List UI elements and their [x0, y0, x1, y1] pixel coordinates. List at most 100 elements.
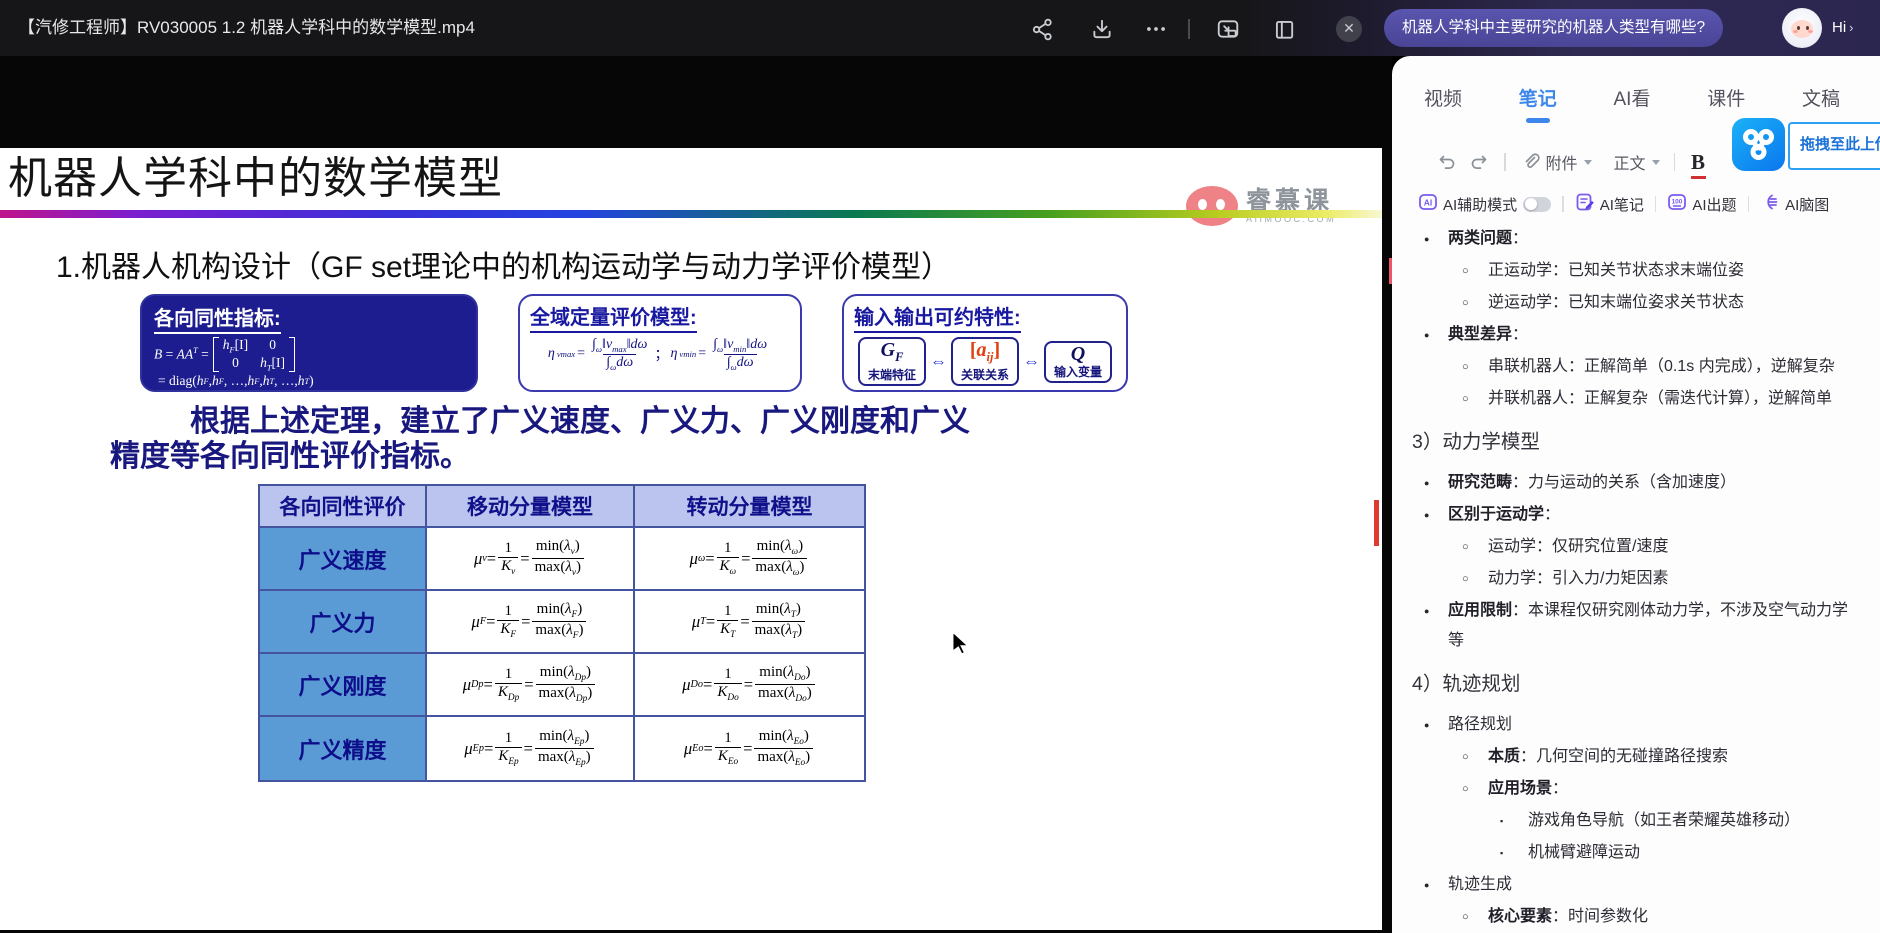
note-item: ●轨迹生成: [1412, 870, 1850, 900]
double-arrow-icon: ⇔: [930, 352, 947, 372]
io-chain-node: Q输入变量: [1044, 341, 1112, 383]
note-item: ●应用限制：本课程仅研究刚体动力学，不涉及空气动力学等: [1412, 596, 1850, 656]
bullet-marker: ●: [1424, 710, 1448, 740]
table-header-cell: 转动分量模型: [635, 486, 864, 528]
notes-editor[interactable]: ●两类问题：○正运动学：已知关节状态求末端位姿○逆运动学：已知末端位姿求关节状态…: [1392, 222, 1880, 933]
note-item: ○并联机器人：正解复杂（需迭代计算），逆解简单: [1412, 384, 1850, 414]
drag-upload-tooltip: 拖拽至此上传: [1788, 122, 1880, 170]
share-icon[interactable]: [1030, 17, 1054, 41]
formula-cell: μEo = 1KEo = min(λEo)max(λEo): [635, 717, 864, 780]
assistant-greeting[interactable]: Hi›: [1832, 0, 1854, 56]
tab-1[interactable]: 视频: [1424, 84, 1462, 123]
note-section: 4）轨迹规划: [1412, 668, 1850, 700]
note-item: ○串联机器人：正解简单（0.1s 内完成），逆解复杂: [1412, 352, 1850, 382]
panel-tabs: 视频笔记AI看课件文稿: [1392, 84, 1880, 123]
chevron-down-icon: [1652, 160, 1660, 165]
note-item: ●两类问题：: [1412, 224, 1850, 254]
lecture-slide: 机器人学科中的数学模型 睿慕课 AIIMOOC.COM 1.机器人机构设计（GF…: [0, 148, 1382, 930]
ai-question-bubble[interactable]: 机器人学科中主要研究的机器人类型有哪些?: [1384, 9, 1723, 47]
notes-list: ●两类问题：○正运动学：已知关节状态求末端位姿○逆运动学：已知末端位姿求关节状态…: [1412, 224, 1850, 933]
ai-tool-3[interactable]: 100AI出题: [1667, 192, 1736, 217]
bullet-marker: ○: [1462, 352, 1488, 382]
tab-5[interactable]: 文稿: [1802, 84, 1840, 123]
red-marker: [1374, 500, 1379, 546]
note-section: 3）动力学模型: [1412, 426, 1850, 458]
note-item: ○动力学：引入力/力矩因素: [1412, 564, 1850, 594]
note-item: ●研究范畴：力与运动的关系（含加速度）: [1412, 468, 1850, 498]
cloud-drive-icon[interactable]: [1732, 118, 1785, 171]
ai-tool-2[interactable]: AI笔记: [1575, 192, 1644, 217]
attachment-button[interactable]: 附件: [1520, 150, 1592, 174]
ai-tools-bar: AIAI辅助模式 AI笔记 100AI出题 AI脑图: [1418, 190, 1829, 218]
slide-paragraph: 根据上述定理，建立了广义速度、广义力、广义刚度和广义精度等各向同性评价指标。: [110, 404, 980, 474]
bullet-marker: ●: [1424, 468, 1448, 498]
ai-tool-4[interactable]: AI脑图: [1760, 192, 1829, 217]
close-question-icon[interactable]: ✕: [1336, 16, 1362, 42]
bullet-marker: ▪: [1500, 838, 1528, 868]
bullet-marker: ●: [1424, 870, 1448, 900]
avatar-blush: [1793, 30, 1798, 33]
matrix-formula: B = AAT = hF[I]0 0hT[I]: [154, 337, 464, 372]
paragraph-style-button[interactable]: 正文: [1614, 150, 1660, 174]
redo-icon[interactable]: [1468, 151, 1490, 173]
download-icon[interactable]: [1090, 17, 1114, 41]
rainbow-divider: [0, 210, 1382, 218]
chevron-right-icon: ›: [1849, 20, 1853, 35]
ai-assist-toggle[interactable]: [1523, 197, 1551, 212]
bullet-marker: ○: [1462, 564, 1488, 594]
note-item: ○运动学：仅研究位置/速度: [1412, 532, 1850, 562]
note-item: ●典型差异：: [1412, 320, 1850, 350]
global-evaluation-box: 全域定量评价模型: ηvmax = ∫ω‖vmax‖dω∫ωdω ； ηvmin…: [518, 294, 802, 392]
table-row-label: 广义速度: [260, 528, 427, 591]
course-logo: 睿慕课 AIIMOOC.COM: [1186, 186, 1336, 226]
eta-formula: ηvmax = ∫ω‖vmax‖dω∫ωdω ； ηvmin = ∫ω‖vmin…: [530, 337, 790, 372]
bullet-marker: ●: [1424, 596, 1448, 656]
bullet-marker: ○: [1462, 902, 1488, 932]
ai-mindmap-icon: [1760, 192, 1780, 217]
note-item: ●路径规划: [1412, 710, 1850, 740]
note-item: ▪游戏角色导航（如王者荣耀英雄移动）: [1412, 806, 1850, 836]
bullet-marker: ●: [1424, 224, 1448, 254]
table-header-cell: 移动分量模型: [427, 486, 635, 528]
chevron-down-icon: [1584, 160, 1592, 165]
bullet-marker: ●: [1424, 320, 1448, 350]
avatar-blush: [1808, 30, 1813, 33]
svg-text:100: 100: [1672, 198, 1683, 205]
io-chain: GF末端特征⇔[aij]关联关系⇔Q输入变量: [854, 337, 1116, 386]
bullet-marker: ▪: [1500, 806, 1528, 836]
ai-badge-icon: AI: [1418, 192, 1438, 217]
ai-tool-1[interactable]: AIAI辅助模式: [1418, 192, 1551, 217]
bold-button[interactable]: B: [1691, 150, 1705, 175]
table-row-label: 广义精度: [260, 717, 427, 780]
double-arrow-icon: ⇔: [1023, 352, 1040, 372]
table-row-label: 广义力: [260, 591, 427, 654]
formula-cell: μv = 1Kv = min(λv)max(λv): [427, 528, 635, 591]
more-options-icon[interactable]: [1144, 17, 1168, 41]
logo-mascot-icon: [1186, 186, 1238, 226]
mouse-cursor: [950, 632, 970, 656]
note-item: ▪机械臂避障运动: [1412, 838, 1850, 868]
slide-title: 机器人学科中的数学模型: [8, 148, 503, 206]
formula-cell: μT = 1KT = min(λT)max(λT): [635, 591, 864, 654]
avatar-face: [1791, 20, 1813, 38]
picture-in-picture-icon[interactable]: [1216, 17, 1240, 41]
note-item: ○应用场景：: [1412, 774, 1850, 804]
formula-cell: μF = 1KF = min(λF)max(λF): [427, 591, 635, 654]
tab-3[interactable]: AI看: [1614, 84, 1651, 123]
box-title: 全域定量评价模型:: [530, 301, 697, 333]
note-item: ○核心要素：时间参数化: [1412, 902, 1850, 932]
io-reducibility-box: 输入输出可约特性: GF末端特征⇔[aij]关联关系⇔Q输入变量: [842, 294, 1128, 392]
bullet-marker: ○: [1462, 384, 1488, 414]
assistant-avatar[interactable]: [1782, 8, 1822, 48]
video-surface[interactable]: 机器人学科中的数学模型 睿慕课 AIIMOOC.COM 1.机器人机构设计（GF…: [0, 56, 1392, 933]
bullet-marker: ○: [1462, 742, 1488, 772]
player-top-bar: 【汽修工程师】RV030005 1.2 机器人学科中的数学模型.mp4 ✕ 机器…: [0, 0, 1880, 56]
bullet-marker: ○: [1462, 256, 1488, 286]
tab-2[interactable]: 笔记: [1519, 84, 1557, 123]
side-panel-toggle-icon[interactable]: [1272, 17, 1296, 41]
table-header-cell: 各向同性评价: [260, 486, 427, 528]
paperclip-icon: [1520, 151, 1542, 173]
undo-icon[interactable]: [1436, 151, 1458, 173]
bullet-marker: ○: [1462, 532, 1488, 562]
bullet-marker: ○: [1462, 774, 1488, 804]
